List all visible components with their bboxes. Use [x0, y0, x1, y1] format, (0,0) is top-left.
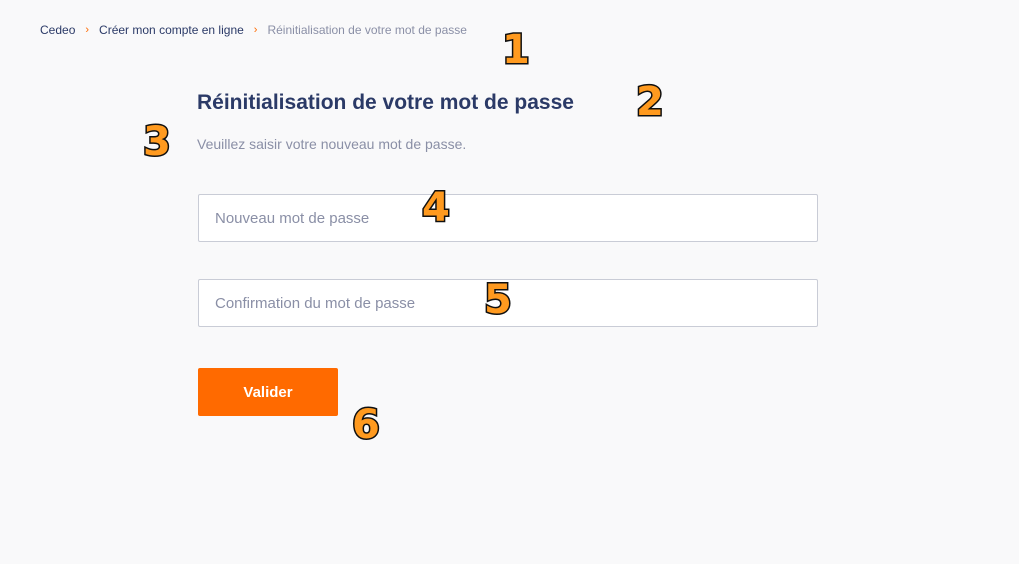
annotation-marker-2: 2 — [635, 79, 666, 125]
page-title: Réinitialisation de votre mot de passe — [197, 91, 574, 114]
annotation-marker-1: 1 — [501, 27, 532, 73]
breadcrumb-item-home[interactable]: Cedeo — [40, 23, 75, 37]
annotation-marker-5: 5 — [483, 277, 514, 323]
breadcrumb-item-current: Réinitialisation de votre mot de passe — [267, 23, 467, 37]
breadcrumb-item-create-account[interactable]: Créer mon compte en ligne — [99, 23, 244, 37]
breadcrumb-chevron-icon: › — [85, 24, 90, 36]
new-password-input[interactable] — [198, 194, 818, 242]
page-subtitle: Veuillez saisir votre nouveau mot de pas… — [197, 136, 467, 152]
breadcrumb: Cedeo › Créer mon compte en ligne › Réin… — [40, 23, 467, 37]
annotation-marker-6: 6 — [351, 402, 382, 448]
breadcrumb-chevron-icon: › — [253, 24, 258, 36]
annotation-marker-3: 3 — [142, 119, 173, 165]
submit-button[interactable]: Valider — [198, 368, 338, 416]
annotation-marker-4: 4 — [421, 185, 452, 231]
